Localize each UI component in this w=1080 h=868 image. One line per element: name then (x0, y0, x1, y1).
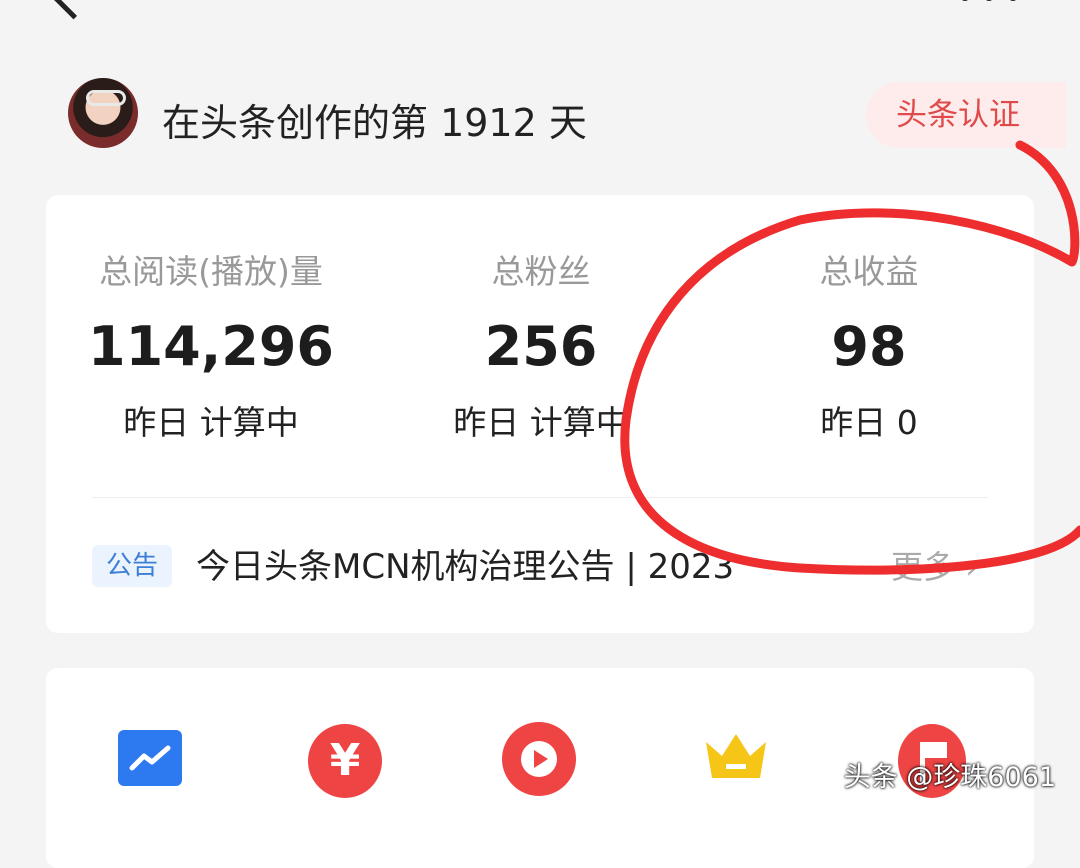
notice-text[interactable]: 今日头条MCN机构治理公告 | 2023 (196, 543, 734, 591)
chart-icon[interactable] (118, 730, 182, 786)
stat-value: 114,296 (88, 315, 334, 378)
notice-more-link[interactable]: 更多 › (891, 543, 978, 591)
verify-badge-button[interactable]: 头条认证 (866, 82, 1066, 148)
stat-label: 总粉丝 (491, 252, 591, 291)
avatar[interactable] (68, 78, 138, 148)
back-icon[interactable] (51, 0, 96, 20)
watermark: 头条 @珍珠6061 (843, 762, 1056, 793)
notice-row[interactable]: 公告 今日头条MCN机构治理公告 | 2023 更多 › (92, 543, 988, 591)
stats-card: 总阅读(播放)量 114,296 昨日 计算中 总粉丝 256 昨日 计算中 总… (46, 195, 1034, 633)
stat-total-reads[interactable]: 总阅读(播放)量 114,296 昨日 计算中 (46, 195, 376, 444)
divider (92, 497, 988, 498)
more-icon[interactable] (960, 0, 1040, 6)
stat-sub: 昨日 计算中 (453, 403, 629, 442)
creation-days-text: 在头条创作的第 1912 天 (162, 101, 587, 145)
stat-sub: 昨日 计算中 (123, 403, 299, 442)
stat-label: 总阅读(播放)量 (99, 252, 323, 291)
stat-value: 98 (831, 315, 907, 378)
stat-total-fans[interactable]: 总粉丝 256 昨日 计算中 (376, 195, 706, 444)
profile-header: 在头条创作的第 1912 天 头条认证 (68, 78, 1066, 150)
notice-tag: 公告 (92, 545, 172, 587)
play-icon[interactable] (502, 722, 576, 796)
stat-sub: 昨日 0 (820, 403, 918, 442)
crown-icon[interactable] (702, 728, 770, 786)
stat-value: 256 (484, 315, 598, 378)
stat-total-income[interactable]: 总收益 98 昨日 0 (704, 195, 1034, 444)
yuan-icon[interactable]: ¥ (308, 724, 382, 798)
stat-label: 总收益 (819, 252, 919, 291)
